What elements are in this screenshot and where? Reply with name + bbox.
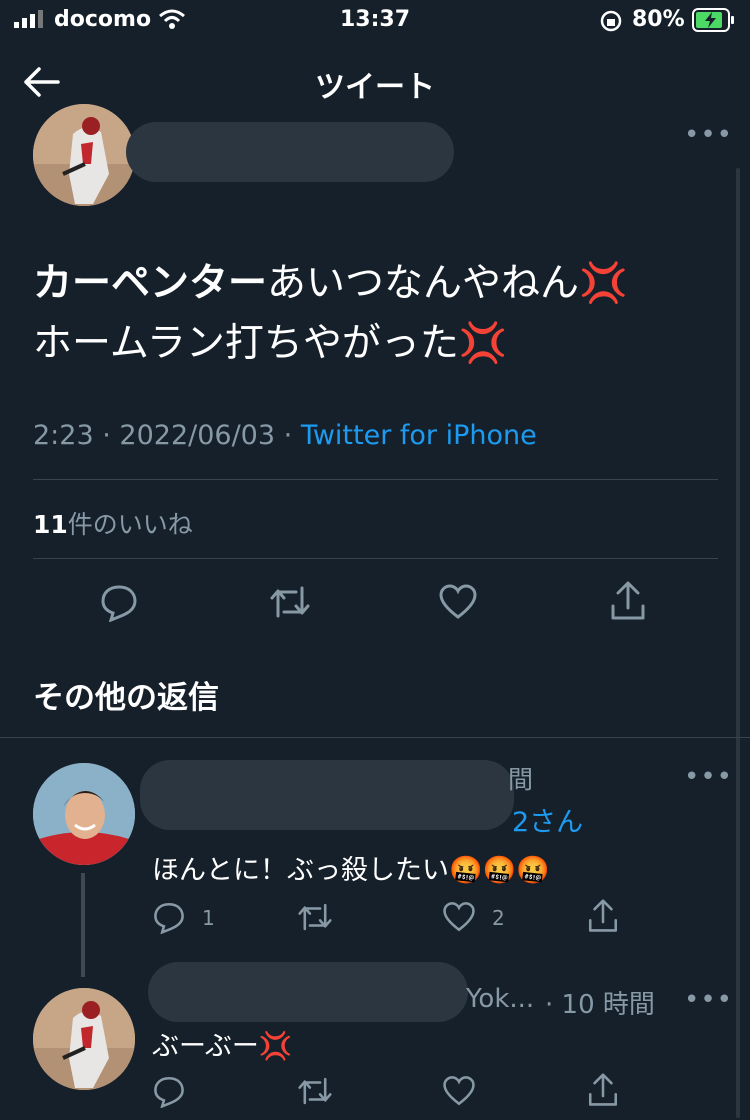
tweet-date: 2022/06/03	[119, 420, 276, 451]
like-button[interactable]	[442, 1074, 476, 1108]
angry-emoji: 🤬🤬🤬	[449, 855, 550, 886]
reply-text: ほんとに！ぶっ殺したい🤬🤬🤬	[152, 848, 550, 887]
likes-summary[interactable]: 11件のいいね	[33, 505, 193, 541]
anger-emoji: 💢	[579, 261, 628, 306]
divider	[33, 479, 718, 480]
reply-count: 1	[202, 906, 215, 930]
divider	[0, 737, 750, 738]
likes-label: 件のいいね	[67, 510, 193, 539]
battery-icon	[692, 8, 736, 32]
retweet-button[interactable]	[296, 900, 334, 934]
reply-author-redacted	[140, 760, 514, 830]
reply-text-body: ぶーぶー	[152, 1031, 259, 1062]
share-icon	[611, 581, 645, 620]
tweet-text: カーペンターあいつなんやねん💢 ホームラン打ちやがった💢	[33, 254, 628, 374]
like-button[interactable]	[442, 900, 476, 934]
retweet-button[interactable]	[296, 1074, 334, 1108]
more-dots-icon[interactable]: •••	[684, 762, 733, 792]
reply-handle: Yok...	[466, 984, 535, 1014]
reply-icon	[154, 1076, 184, 1108]
reply-time: · 10 時間	[545, 990, 655, 1020]
retweet-icon	[270, 586, 310, 618]
avatar[interactable]	[33, 763, 135, 865]
wifi-icon	[158, 8, 186, 30]
reply-author-redacted	[148, 962, 468, 1022]
retweet-icon	[298, 903, 332, 931]
clock: 13:37	[340, 7, 411, 32]
more-dots-icon[interactable]: •••	[684, 120, 733, 150]
reply-button[interactable]	[152, 900, 186, 934]
tweet-meta: 2:23 · 2022/06/03 · Twitter for iPhone	[33, 420, 537, 451]
tweet-text-bold: カーペンター	[33, 261, 268, 306]
reply-icon	[101, 585, 137, 622]
retweet-button[interactable]	[268, 582, 312, 622]
anger-emoji: 💢	[458, 321, 508, 366]
tweet-source-link[interactable]: Twitter for iPhone	[301, 420, 537, 451]
section-title: その他の返信	[33, 680, 219, 716]
more-dots-icon[interactable]: •••	[684, 985, 733, 1015]
carrier-label: docomo	[54, 7, 152, 32]
avatar[interactable]	[33, 104, 135, 206]
status-bar: docomo 13:37 80%	[0, 0, 750, 44]
reply-text-body: ほんとに！ぶっ殺したい	[152, 855, 449, 886]
reply-time-partial: 間	[508, 765, 534, 794]
avatar[interactable]	[33, 988, 135, 1090]
reply-icon	[154, 902, 184, 934]
signal-icon	[14, 10, 44, 28]
meta-separator: ·	[102, 420, 111, 451]
reply-to-mention[interactable]: 2さん	[512, 800, 583, 839]
heart-icon	[443, 902, 475, 932]
reply-button[interactable]	[99, 582, 139, 622]
author-name-redacted	[126, 122, 454, 182]
share-button[interactable]	[586, 1072, 620, 1108]
share-button[interactable]	[608, 580, 648, 622]
tweet-text-line1: あいつなんやねん	[267, 261, 580, 306]
like-button[interactable]	[438, 582, 478, 622]
heart-icon	[439, 584, 477, 619]
tweet-time: 2:23	[33, 420, 94, 451]
retweet-icon	[298, 1077, 332, 1105]
share-button[interactable]	[586, 898, 620, 934]
like-count: 2	[492, 906, 505, 930]
share-icon	[588, 899, 618, 932]
anger-emoji: 💢	[258, 1031, 293, 1062]
divider	[33, 558, 718, 559]
battery-percent: 80%	[632, 7, 685, 32]
reply-text: ぶーぶー💢	[152, 1024, 293, 1063]
page-title: ツイート	[315, 70, 435, 105]
tweet-text-line2: ホームラン打ちやがった	[33, 321, 459, 366]
scrollbar[interactable]	[736, 168, 740, 1118]
meta-separator: ·	[283, 420, 293, 451]
heart-icon	[443, 1076, 475, 1106]
reply-button[interactable]	[152, 1074, 186, 1108]
thread-line	[81, 873, 85, 977]
share-icon	[588, 1073, 618, 1106]
likes-count: 11	[33, 510, 68, 539]
rotation-lock-icon	[600, 10, 622, 32]
